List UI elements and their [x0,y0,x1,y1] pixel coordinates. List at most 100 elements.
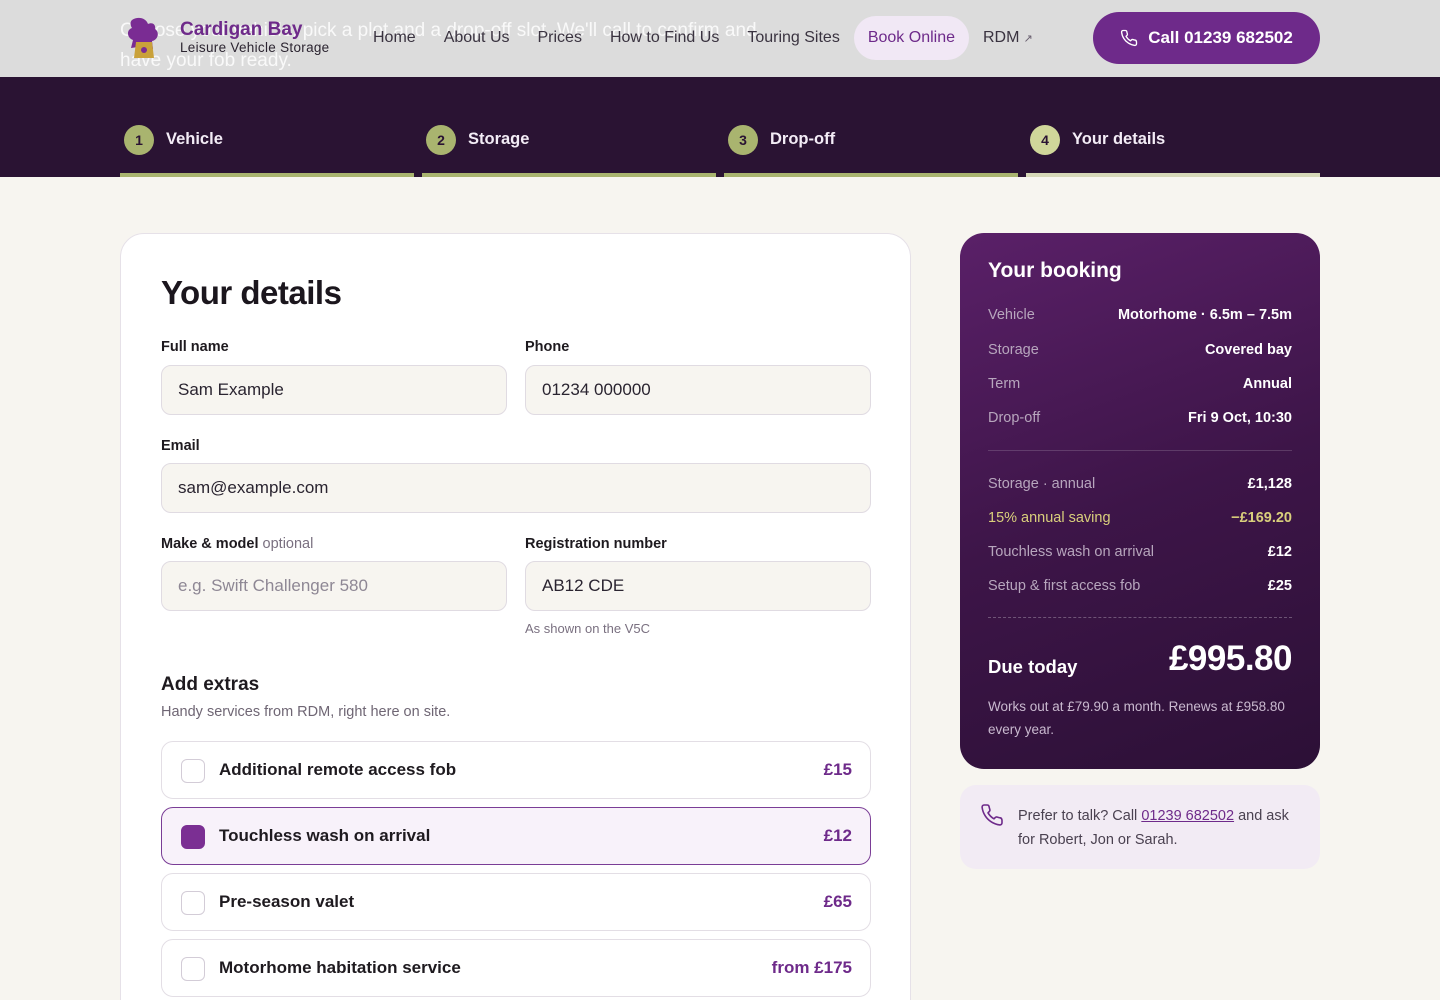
summary-value: Fri 9 Oct, 10:30 [1188,410,1292,426]
email-input[interactable] [161,463,871,513]
extra-name: Motorhome habitation service [219,958,461,977]
registration-label: Registration number [525,536,667,552]
step-number: 4 [1030,125,1060,155]
nav-prices[interactable]: Prices [524,16,596,60]
step-number: 2 [426,125,456,155]
full-name-input[interactable] [161,365,507,415]
prefer-to-talk-text: Prefer to talk? Call 01239 682502 and as… [1018,804,1308,852]
make-model-label-text: Make & model [161,536,259,552]
optional-tag: optional [262,536,314,552]
talk-prefix: Prefer to talk? Call [1018,808,1142,824]
site-header: Choose your vehicle, pick a plot and a d… [0,0,1440,77]
step-your-details[interactable]: 4 Your details [1026,77,1320,177]
line-key: Touchless wash on arrival [988,544,1155,560]
summary-row-storage: Storage Covered bay [988,342,1292,362]
extra-name: Additional remote access fob [219,760,457,779]
summary-value: Motorhome · 6.5m – 7.5m [1117,307,1292,323]
summary-row-drop-off: Drop-off Fri 9 Oct, 10:30 [988,410,1292,430]
main-nav: Home About Us Prices How to Find Us Tour… [359,16,1047,60]
summary-key: Storage [988,342,1039,358]
step-drop-off[interactable]: 3 Drop-off [724,77,1018,177]
registration-input[interactable] [525,561,871,611]
talk-phone-link[interactable]: 01239 682502 [1141,808,1234,824]
email-label: Email [161,438,200,454]
form-title: Your details [161,274,342,311]
extra-checkbox[interactable] [181,825,205,849]
line-storage-annual: Storage · annual £1,128 [988,476,1292,496]
due-note: Works out at £79.90 a month. Renews at £… [988,699,1285,737]
extra-name: Touchless wash on arrival [219,826,431,845]
logo-subtitle: Leisure Vehicle Storage [180,40,330,55]
nav-touring-sites[interactable]: Touring Sites [733,16,854,60]
extras-subtitle: Handy services from RDM, right here on s… [161,704,451,720]
summary-key: Drop-off [988,410,1041,426]
summary-dashed-divider [988,617,1292,618]
due-today-label: Due today [988,656,1078,677]
nav-rdm[interactable]: RDM ↗ [969,16,1047,60]
line-key: 15% annual saving [988,510,1111,526]
line-value: £12 [1267,544,1292,560]
site-logo[interactable]: Cardigan Bay Leisure Vehicle Storage [122,14,352,64]
extra-name: Pre-season valet [219,892,355,911]
phone-icon [981,804,1003,826]
step-number: 3 [728,125,758,155]
step-label: Drop-off [770,130,836,148]
line-setup-fob: Setup & first access fob £25 [988,578,1292,598]
step-progress-bar [120,173,414,177]
extra-checkbox[interactable] [181,891,205,915]
due-today-value: £995.80 [1168,639,1293,678]
extra-touchless-wash[interactable]: Touchless wash on arrival £12 [161,807,871,865]
line-value: £25 [1267,578,1292,594]
summary-divider [988,450,1292,451]
nav-about-us[interactable]: About Us [430,16,524,60]
summary-key: Vehicle [988,307,1035,323]
line-annual-saving: 15% annual saving −£169.20 [988,510,1292,530]
extra-checkbox[interactable] [181,957,205,981]
summary-value: Covered bay [1204,342,1292,358]
step-storage[interactable]: 2 Storage [422,77,716,177]
summary-row-term: Term Annual [988,376,1292,396]
phone-icon [1121,29,1138,47]
extra-pre-season-valet[interactable]: Pre-season valet £65 [161,873,871,931]
step-number: 1 [124,125,154,155]
phone-input[interactable] [525,365,871,415]
make-model-label: Make & model optional [161,536,313,552]
summary-title: Your booking [988,259,1122,282]
logo-title: Cardigan Bay [180,19,303,40]
step-label: Storage [468,130,530,148]
extra-price: £12 [823,826,852,845]
call-button[interactable]: Call 01239 682502 [1093,12,1320,64]
summary-key: Term [988,376,1021,392]
line-touchless-wash: Touchless wash on arrival £12 [988,544,1292,564]
step-progress-bar [422,173,716,177]
make-model-input[interactable] [161,561,507,611]
dragon-logo-icon [127,17,158,58]
nav-how-to-find-us[interactable]: How to Find Us [596,16,733,60]
step-vehicle[interactable]: 1 Vehicle [120,77,414,177]
line-key: Setup & first access fob [988,578,1141,594]
line-value: −£169.20 [1231,510,1292,526]
booking-steps: 1 Vehicle 2 Storage 3 Drop-off 4 Your de… [0,77,1440,177]
extras-title: Add extras [161,674,260,695]
booking-summary: Your booking Vehicle Motorhome · 6.5m – … [960,233,1320,769]
call-button-label: Call 01239 682502 [1148,28,1293,47]
nav-book-online[interactable]: Book Online [853,16,969,60]
phone-label: Phone [525,339,570,355]
extra-remote-fob[interactable]: Additional remote access fob £15 [161,741,871,799]
extra-price: from £175 [771,958,852,977]
line-key: Storage · annual [988,476,1096,492]
line-value: £1,128 [1247,476,1292,492]
extra-habitation-service[interactable]: Motorhome habitation service from £175 [161,939,871,997]
prefer-to-talk-box: Prefer to talk? Call 01239 682502 and as… [960,785,1320,869]
extra-price: £15 [823,760,852,779]
step-label: Vehicle [166,130,223,148]
summary-value: Annual [1242,376,1292,392]
details-form-card: Your details Full name Phone Email Make … [120,233,911,1000]
registration-hint: As shown on the V5C [525,621,651,636]
summary-row-vehicle: Vehicle Motorhome · 6.5m – 7.5m [988,307,1292,327]
step-label: Your details [1072,130,1166,148]
extra-checkbox[interactable] [181,759,205,783]
external-link-icon: ↗ [1023,33,1033,45]
full-name-label: Full name [161,339,229,355]
nav-home[interactable]: Home [359,16,430,60]
